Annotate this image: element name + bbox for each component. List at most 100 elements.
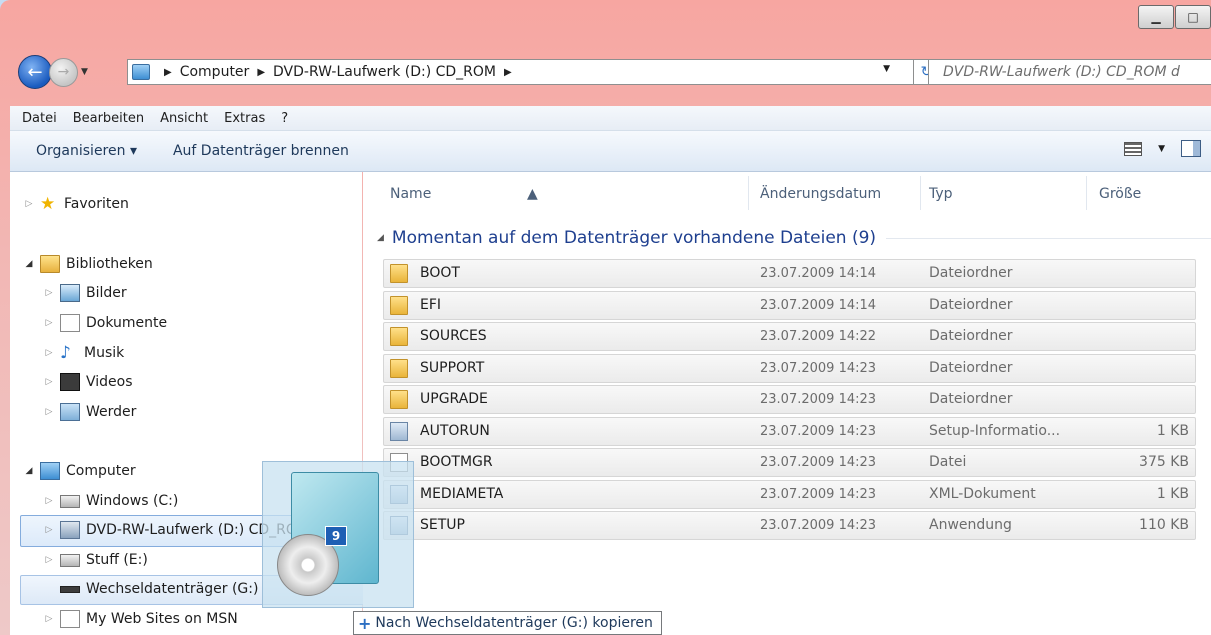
tree-item-windows-c[interactable]: ▷ Windows (C:) — [44, 489, 179, 513]
file-row[interactable]: MEDIAMETA 23.07.2009 14:23 XML-Dokument … — [383, 479, 1196, 509]
expand-icon[interactable]: ▷ — [44, 614, 54, 624]
maximize-button[interactable]: □ — [1175, 5, 1211, 29]
file-name: BOOTMGR — [420, 454, 493, 470]
file-row[interactable]: UPGRADE 23.07.2009 14:23 Dateiordner — [383, 385, 1196, 414]
menu-ansicht[interactable]: Ansicht — [160, 111, 208, 126]
tree-item-msn[interactable]: ▷ My Web Sites on MSN — [44, 607, 238, 631]
expand-icon[interactable]: ▷ — [44, 525, 54, 535]
file-row[interactable]: BOOT 23.07.2009 14:14 Dateiordner — [383, 259, 1196, 288]
group-header[interactable]: ◢ Momentan auf dem Datenträger vorhanden… — [377, 228, 1211, 248]
tree-item-werder[interactable]: ▷ Werder — [44, 400, 136, 424]
file-row[interactable]: SETUP 23.07.2009 14:23 Anwendung 110 KB — [383, 511, 1196, 540]
expand-icon[interactable]: ▷ — [44, 555, 54, 565]
tree-item-documents[interactable]: ▷ Dokumente — [44, 311, 167, 335]
collapse-icon[interactable]: ◢ — [24, 259, 34, 269]
drag-copy-text: Nach Wechseldatenträger (G:) kopieren — [375, 615, 653, 631]
tree-item-removable-g[interactable]: Wechseldatenträger (G:) — [60, 577, 258, 601]
tree-item-videos[interactable]: ▷ Videos — [44, 370, 133, 394]
collapse-icon[interactable]: ◢ — [24, 466, 34, 476]
tree-label: Musik — [84, 345, 125, 361]
breadcrumb-separator-icon[interactable]: ▶ — [164, 67, 172, 78]
column-divider[interactable] — [920, 176, 921, 210]
organize-button[interactable]: Organisieren ▾ — [36, 143, 137, 159]
file-row[interactable]: AUTORUN 23.07.2009 14:23 Setup-Informati… — [383, 416, 1196, 446]
expand-icon[interactable]: ▷ — [44, 496, 54, 506]
group-title: Momentan auf dem Datenträger vorhandene … — [391, 228, 877, 248]
setup-info-file-icon — [390, 421, 408, 441]
music-note-icon: ♪ — [60, 343, 71, 363]
tree-item-computer[interactable]: ◢ Computer — [24, 459, 136, 483]
expand-icon[interactable]: ▷ — [44, 348, 54, 358]
tree-label: Bilder — [86, 285, 127, 301]
column-headers: ▲ Name Änderungsdatum Typ Größe — [363, 172, 1211, 216]
file-size: 1 KB — [1156, 485, 1189, 502]
file-row[interactable]: BOOTMGR 23.07.2009 14:23 Datei 375 KB — [383, 448, 1196, 477]
folder-icon — [390, 390, 408, 409]
tree-label: Favoriten — [64, 196, 129, 212]
file-row[interactable]: EFI 23.07.2009 14:14 Dateiordner — [383, 290, 1196, 320]
folder-icon — [390, 264, 408, 283]
dvd-drive-icon — [60, 521, 80, 539]
file-type: XML-Dokument — [929, 485, 1036, 502]
expand-icon[interactable]: ▷ — [44, 377, 54, 387]
tree-label: Windows (C:) — [86, 493, 179, 509]
column-type[interactable]: Typ — [929, 186, 953, 202]
tree-label: Videos — [86, 374, 133, 390]
tree-item-favorites[interactable]: ▷ ★ Favoriten — [24, 192, 129, 216]
tree-label: Bibliotheken — [66, 256, 153, 272]
tree-item-music[interactable]: ▷ ♪ Musik — [44, 341, 125, 365]
address-dropdown-icon[interactable]: ▼ — [883, 64, 890, 74]
sort-ascending-icon: ▲ — [527, 186, 538, 202]
column-name[interactable]: Name — [390, 186, 431, 202]
expand-icon[interactable]: ▷ — [44, 407, 54, 417]
file-row[interactable]: SUPPORT 23.07.2009 14:23 Dateiordner — [383, 353, 1196, 383]
views-dropdown-icon[interactable]: ▼ — [1158, 144, 1165, 154]
tree-item-libraries[interactable]: ◢ Bibliotheken — [24, 252, 153, 276]
minimize-icon: ▁ — [1151, 10, 1161, 24]
breadcrumb-separator-icon[interactable]: ▶ — [504, 67, 512, 78]
expand-icon[interactable]: ▷ — [44, 318, 54, 328]
file-rows: BOOT 23.07.2009 14:14 Dateiordner EFI 23… — [383, 259, 1196, 543]
menu-extras[interactable]: Extras — [224, 111, 265, 126]
change-view-icon[interactable] — [1124, 141, 1143, 156]
caption-buttons: ▁ □ — [1137, 5, 1211, 29]
file-type: Dateiordner — [929, 265, 1013, 281]
breadcrumb-computer[interactable]: Computer — [180, 64, 250, 80]
file-name: MEDIAMETA — [420, 485, 504, 502]
breadcrumb-dvd-drive[interactable]: DVD-RW-Laufwerk (D:) CD_ROM — [273, 64, 496, 80]
expand-icon[interactable]: ▷ — [44, 288, 54, 298]
file-type: Setup-Informatio... — [929, 422, 1061, 439]
tree-item-pictures[interactable]: ▷ Bilder — [44, 281, 127, 305]
menu-help[interactable]: ? — [281, 111, 288, 126]
burn-button[interactable]: Auf Datenträger brennen — [173, 143, 349, 159]
forward-button[interactable]: → — [49, 57, 78, 87]
recent-pages-dropdown[interactable]: ▼ — [81, 67, 88, 77]
search-input[interactable]: DVD-RW-Laufwerk (D:) CD_ROM d — [928, 59, 1211, 85]
file-type: Anwendung — [929, 517, 1012, 533]
folder-icon — [390, 327, 408, 346]
file-type: Dateiordner — [929, 391, 1013, 407]
menu-bearbeiten[interactable]: Bearbeiten — [73, 111, 144, 126]
web-sites-icon — [60, 610, 80, 628]
menu-bar: Datei Bearbeiten Ansicht Extras ? — [10, 106, 1211, 131]
file-name: AUTORUN — [420, 422, 490, 439]
breadcrumb-separator-icon[interactable]: ▶ — [257, 67, 265, 78]
minimize-button[interactable]: ▁ — [1138, 5, 1174, 29]
menu-datei[interactable]: Datei — [22, 111, 57, 126]
file-name: SOURCES — [420, 328, 487, 344]
collapse-group-icon[interactable]: ◢ — [377, 233, 384, 243]
tree-item-stuff-e[interactable]: ▷ Stuff (E:) — [44, 548, 148, 572]
video-icon — [60, 373, 80, 391]
back-button[interactable]: ← — [18, 55, 52, 89]
file-name: EFI — [420, 296, 442, 313]
column-divider[interactable] — [1086, 176, 1087, 210]
address-bar[interactable]: ▶ Computer ▶ DVD-RW-Laufwerk (D:) CD_ROM… — [127, 59, 915, 85]
file-size: 1 KB — [1156, 422, 1189, 439]
file-row[interactable]: SOURCES 23.07.2009 14:22 Dateiordner — [383, 322, 1196, 351]
column-date[interactable]: Änderungsdatum — [760, 186, 881, 202]
expand-icon[interactable]: ▷ — [24, 199, 34, 209]
preview-pane-icon[interactable] — [1181, 140, 1201, 157]
file-type: Dateiordner — [929, 296, 1013, 313]
column-size[interactable]: Größe — [1099, 186, 1141, 202]
column-divider[interactable] — [748, 176, 749, 210]
